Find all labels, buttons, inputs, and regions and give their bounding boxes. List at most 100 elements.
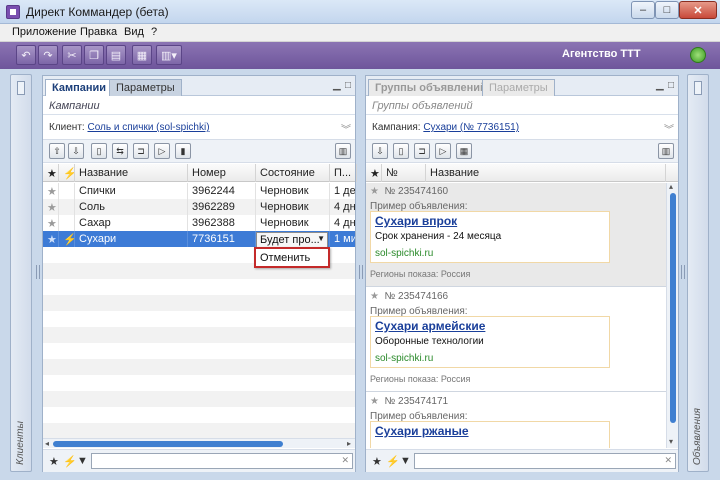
scroll-right-icon[interactable]: ▸ [347,439,351,448]
panel-minimize-icon[interactable]: ▁ [333,80,341,91]
tab-campaign-params[interactable]: Параметры [109,79,182,96]
middle-splitter-handle[interactable] [359,265,363,279]
redo-icon[interactable]: ↷ [38,45,58,65]
funnel-filter-icon[interactable]: ▼ [77,455,88,467]
maximize-button[interactable]: □ [655,1,679,19]
expand-grip-icon[interactable] [694,81,702,95]
app-icon [6,5,20,19]
col-extra[interactable]: П... [330,164,357,182]
new-document-icon[interactable]: ▯ [91,143,107,159]
scroll-down-icon[interactable]: ▾ [669,437,673,446]
left-splitter-handle[interactable] [36,265,40,279]
collapse-chevron-icon[interactable]: ︾ [664,121,674,136]
list-item[interactable]: ★ № 235474160 Пример объявления: Сухари … [366,183,666,287]
menu-help[interactable]: ? [151,26,157,38]
col-state[interactable]: Состояние [256,164,330,182]
list-item[interactable]: ★ № 235474166 Пример объявления: Сухари … [366,288,666,392]
tab-ad-groups[interactable]: Группы объявлений [368,79,494,96]
list-item[interactable]: ★ № 235474171 Пример объявления: Сухари … [366,393,666,448]
minimize-button[interactable]: – [631,1,655,19]
play-icon[interactable]: ▷ [154,143,170,159]
bolt-icon [59,199,75,215]
favorite-star-icon[interactable]: ★ [43,215,59,231]
favorite-star-icon[interactable]: ★ [370,396,379,407]
star-filter-icon[interactable]: ★ [49,455,59,468]
bolt-filter-icon[interactable]: ⚡ [63,455,77,468]
favorite-star-icon[interactable]: ★ [43,183,59,199]
favorite-star-icon[interactable]: ★ [370,186,379,197]
clear-filter-icon[interactable]: ✕ [664,455,672,466]
ad-title-link[interactable]: Сухари армейские [375,319,485,333]
columns-dropdown-icon[interactable]: ▥▾ [156,45,182,65]
stats-icon[interactable]: ▮ [175,143,191,159]
copy-icon[interactable]: ❐ [84,45,104,65]
ad-title-link[interactable]: Сухари ржаные [375,424,469,438]
grid-icon[interactable]: ▦ [132,45,152,65]
download-icon[interactable]: ⇩ [372,143,388,159]
panel-minimize-icon[interactable]: ▁ [656,80,664,91]
copy-campaign-icon[interactable]: ⇆ [112,143,128,159]
menu-edit[interactable]: Правка [80,26,117,38]
col-star[interactable]: ★ [366,164,382,182]
play-icon[interactable]: ▷ [435,143,451,159]
scrollbar-thumb[interactable] [53,441,283,447]
table-row[interactable]: ★ Спички 3962244 Черновик 1 ден [43,183,355,199]
trash-icon[interactable]: ▥ [658,143,674,159]
moderate-icon[interactable]: ⊐ [133,143,149,159]
right-splitter-handle[interactable] [681,265,685,279]
menu-view[interactable]: Вид [124,26,144,38]
panel-maximize-icon[interactable]: □ [345,80,351,91]
favorite-star-icon[interactable]: ★ [43,199,59,215]
col-name[interactable]: Название [75,164,188,182]
horizontal-scrollbar[interactable]: ◂ ▸ [43,438,355,448]
download-icon[interactable]: ⇩ [68,143,84,159]
moderate-icon[interactable]: ⊐ [414,143,430,159]
table-row[interactable]: ★ Сахар 3962388 Черновик 4 дня [43,215,355,231]
table-icon[interactable]: ▦ [456,143,472,159]
new-document-icon[interactable]: ▯ [393,143,409,159]
collapse-chevron-icon[interactable]: ︾ [341,121,351,136]
tab-campaigns[interactable]: Кампании [45,79,114,96]
chevron-down-icon[interactable]: ▼ [317,234,325,243]
campaign-link[interactable]: Сухари (№ 7736151) [423,122,519,133]
vertical-scrollbar[interactable]: ▴ ▾ [666,182,678,448]
col-number[interactable]: Номер [188,164,256,182]
scrollbar-thumb[interactable] [670,193,676,423]
col-star[interactable]: ★ [43,164,59,182]
paste-icon[interactable]: ▤ [106,45,126,65]
campaign-state: Черновик [256,215,330,231]
ad-preview-card: Сухари армейские Оборонные технологии so… [370,316,610,368]
scroll-up-icon[interactable]: ▴ [669,182,673,191]
scroll-left-icon[interactable]: ◂ [45,439,49,448]
expand-grip-icon[interactable] [17,81,25,95]
trash-icon[interactable]: ▥ [335,143,351,159]
campaign-search-input[interactable]: ✕ [91,453,353,469]
col-number[interactable]: № [382,164,426,182]
connection-status-icon[interactable] [690,47,706,63]
state-select[interactable]: Будет про... ▼ [256,232,328,248]
undo-icon[interactable]: ↶ [16,45,36,65]
favorite-star-icon[interactable]: ★ [43,231,59,247]
upload-icon[interactable]: ⇧ [49,143,65,159]
menu-app[interactable]: Приложение [12,26,77,38]
star-filter-icon[interactable]: ★ [372,455,382,468]
ad-preview-card: Сухари впрок Срок хранения - 24 месяца s… [370,211,610,263]
tab-ad-group-params[interactable]: Параметры [482,79,555,96]
clear-filter-icon[interactable]: ✕ [341,455,349,466]
cancel-option[interactable]: Отменить [260,252,310,264]
client-link[interactable]: Соль и спички (sol-spichki) [87,122,209,133]
ads-side-label: Объявления [692,408,703,466]
favorite-star-icon[interactable]: ★ [370,291,379,302]
ad-title-link[interactable]: Сухари впрок [375,214,457,228]
panel-maximize-icon[interactable]: □ [668,80,674,91]
ad-group-search-input[interactable]: ✕ [414,453,676,469]
cut-icon[interactable]: ✂ [62,45,82,65]
col-name[interactable]: Название [426,164,666,182]
table-row[interactable]: ★ Соль 3962289 Черновик 4 дня [43,199,355,215]
bolt-filter-icon[interactable]: ⚡ [386,455,400,468]
funnel-filter-icon[interactable]: ▼ [400,455,411,467]
close-button[interactable]: ✕ [679,1,717,19]
clients-side-panel[interactable]: Клиенты [10,74,32,472]
col-bolt[interactable]: ⚡ [59,164,75,182]
ads-side-panel[interactable]: Объявления [687,74,709,472]
